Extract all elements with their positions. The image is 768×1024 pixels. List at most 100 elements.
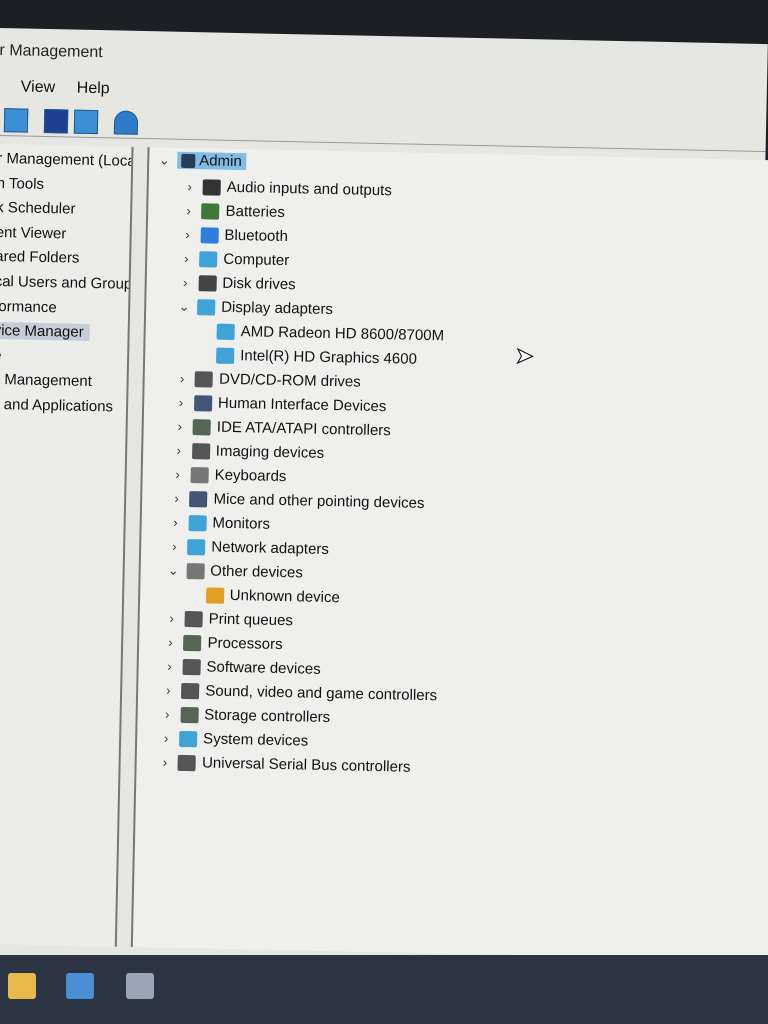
display-adapter-icon	[197, 298, 216, 316]
monitor-icon	[199, 250, 218, 268]
console-tree-item[interactable]: n Tools	[0, 175, 44, 193]
chevron-right-icon[interactable]: ›	[161, 683, 175, 698]
device-category[interactable]: › Audio inputs and outputs	[183, 178, 392, 199]
device-category[interactable]: › Human Interface Devices	[174, 394, 387, 415]
device-category[interactable]: › Disk drives	[178, 274, 296, 293]
camera-icon	[191, 442, 210, 459]
category-label: Processors	[207, 634, 283, 654]
console-tree-item[interactable]: k Scheduler	[0, 199, 76, 218]
category-label: Other devices	[210, 562, 303, 582]
system-icon	[178, 730, 198, 747]
chevron-right-icon[interactable]: ›	[168, 515, 182, 530]
console-tree-item[interactable]: formance	[0, 298, 57, 316]
device-category[interactable]: › System devices	[159, 729, 308, 750]
usb-icon	[177, 754, 197, 771]
console-tree-item[interactable]: ared Folders	[0, 248, 80, 267]
mouse-cursor-icon: ➤	[514, 342, 534, 369]
device-item[interactable]: AMD Radeon HD 8600/8700M	[216, 323, 445, 345]
computer-icon	[181, 153, 196, 169]
chevron-right-icon[interactable]: ›	[169, 491, 183, 506]
category-label: Computer	[223, 250, 290, 270]
category-label: Imaging devices	[215, 442, 325, 462]
category-label: Batteries	[225, 202, 285, 222]
chevron-down-icon[interactable]: ⌄	[166, 562, 180, 578]
chevron-right-icon[interactable]: ›	[178, 275, 192, 290]
category-label: Storage controllers	[204, 706, 331, 727]
device-category[interactable]: › Storage controllers	[160, 706, 331, 727]
menu-help[interactable]: Help	[77, 80, 110, 99]
device-category[interactable]: ⌄ Other devices	[166, 562, 303, 582]
device-category[interactable]: › Monitors	[168, 514, 270, 533]
console-tree-item[interactable]: vice Manager	[0, 322, 90, 342]
app-icon[interactable]	[126, 973, 154, 999]
device-item[interactable]: Intel(R) HD Graphics 4600	[216, 347, 417, 368]
bluetooth-icon	[200, 226, 219, 244]
chevron-right-icon[interactable]: ›	[162, 659, 176, 674]
device-category[interactable]: › Network adapters	[167, 538, 329, 558]
back-forward-icon[interactable]	[3, 108, 29, 133]
chevron-right-icon[interactable]: ›	[171, 467, 185, 482]
device-category[interactable]: › Computer	[179, 250, 289, 269]
console-tree: r Management (Local n Tools k Scheduler ent…	[0, 143, 134, 947]
device-item[interactable]: Unknown device	[205, 586, 340, 606]
console-tree-item[interactable]: cal Users and Groups	[0, 273, 134, 293]
device-category[interactable]: › Batteries	[181, 202, 285, 221]
chevron-right-icon[interactable]: ›	[172, 443, 186, 458]
console-tree-item[interactable]: e	[0, 347, 2, 364]
device-label: AMD Radeon HD 8600/8700M	[240, 323, 445, 345]
window-title: r Management	[0, 41, 103, 62]
device-tree: ⌄ Admin ➤ › Audio inputs and outputs › Batt…	[130, 147, 768, 961]
chevron-down-icon[interactable]: ⌄	[157, 152, 171, 168]
device-category[interactable]: › Print queues	[165, 610, 293, 629]
device-category[interactable]: › Universal Serial Bus controllers	[158, 753, 411, 776]
category-label: Sound, video and game controllers	[205, 682, 438, 705]
display-adapter-icon	[216, 323, 235, 340]
chevron-right-icon[interactable]: ›	[165, 611, 179, 626]
chevron-right-icon[interactable]: ›	[183, 179, 197, 194]
ide-icon	[192, 418, 212, 436]
console-tree-item[interactable]: ent Viewer	[0, 224, 66, 242]
chevron-right-icon[interactable]: ›	[179, 251, 193, 266]
chevron-right-icon[interactable]: ›	[180, 227, 194, 242]
device-category[interactable]: › IDE ATA/ATAPI controllers	[173, 418, 391, 439]
file-explorer-icon[interactable]	[8, 973, 36, 999]
chevron-right-icon[interactable]: ›	[181, 203, 195, 218]
chevron-right-icon[interactable]: ›	[158, 754, 172, 770]
chevron-right-icon[interactable]: ›	[159, 730, 173, 746]
chevron-right-icon[interactable]: ›	[163, 635, 177, 650]
device-category[interactable]: › Imaging devices	[172, 442, 325, 462]
device-category[interactable]: › Keyboards	[171, 466, 287, 485]
computer-icon[interactable]	[113, 110, 139, 135]
device-category[interactable]: ⌄ Display adapters	[177, 298, 333, 318]
store-icon[interactable]	[66, 973, 94, 999]
show-hide-pane-icon[interactable]	[73, 109, 99, 135]
category-label: Network adapters	[211, 538, 330, 559]
chevron-right-icon[interactable]: ›	[167, 539, 181, 554]
help-icon[interactable]	[43, 108, 69, 134]
device-category[interactable]: › Processors	[163, 634, 283, 654]
root-label: Admin	[199, 152, 242, 171]
software-device-icon	[182, 658, 201, 675]
console-tree-item[interactable]: k Management	[0, 371, 92, 390]
console-tree-item[interactable]: s and Applications	[0, 396, 113, 416]
chevron-right-icon[interactable]: ›	[175, 371, 189, 386]
sound-icon	[181, 682, 200, 699]
chevron-right-icon[interactable]: ›	[160, 707, 174, 722]
tree-root[interactable]: ⌄ Admin	[157, 151, 246, 171]
device-category[interactable]: › DVD/CD-ROM drives	[175, 370, 361, 391]
category-label: Display adapters	[221, 298, 334, 319]
device-category[interactable]: › Software devices	[162, 658, 321, 678]
chevron-down-icon[interactable]: ⌄	[177, 298, 191, 314]
device-category[interactable]: › Sound, video and game controllers	[161, 682, 438, 705]
chevron-right-icon[interactable]: ›	[173, 419, 187, 434]
printer-icon	[184, 610, 203, 627]
display-adapter-icon	[216, 347, 235, 364]
hid-icon	[193, 394, 213, 412]
menu-view[interactable]: View	[21, 78, 56, 97]
warning-icon	[205, 586, 224, 604]
device-category[interactable]: › Bluetooth	[180, 226, 288, 245]
computer-management-window: r Management View Help r Management (Loc…	[0, 28, 768, 974]
console-tree-item[interactable]: r Management (Local	[0, 150, 134, 170]
device-category[interactable]: › Mice and other pointing devices	[169, 490, 425, 512]
chevron-right-icon[interactable]: ›	[174, 395, 188, 410]
